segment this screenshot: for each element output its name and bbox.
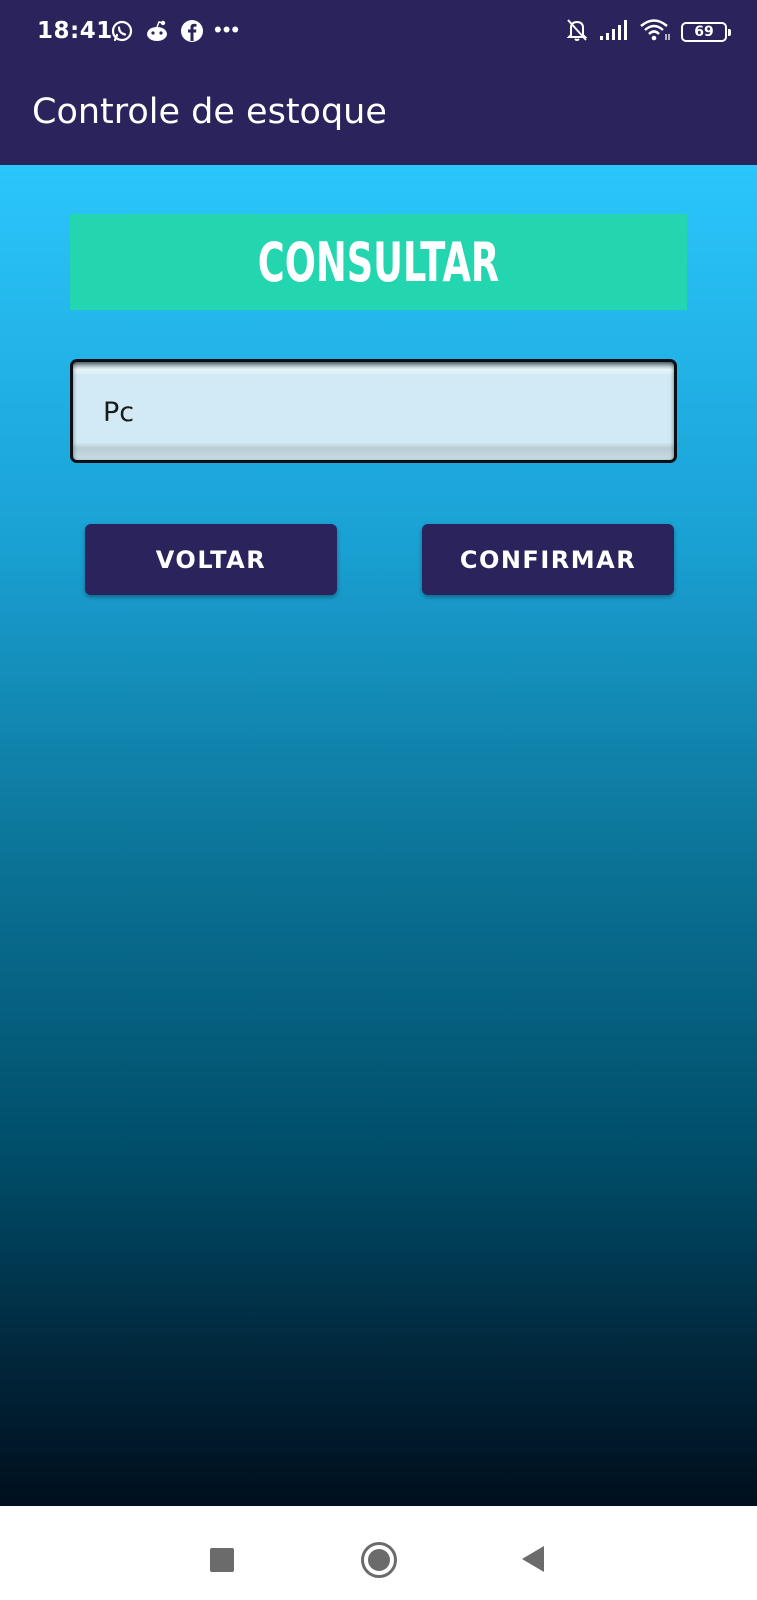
home-icon[interactable] (361, 1542, 397, 1578)
battery-icon: 69 (681, 22, 731, 42)
whatsapp-icon (110, 19, 134, 48)
recents-icon[interactable] (210, 1548, 234, 1572)
query-field[interactable] (70, 359, 677, 463)
facebook-icon (180, 19, 204, 48)
battery-level: 69 (694, 24, 714, 40)
system-icons: 69 (565, 17, 731, 48)
back-icon[interactable] (522, 1546, 544, 1572)
bell-off-icon (565, 17, 589, 48)
app-title: Controle de estoque (32, 92, 387, 132)
status-time: 18:41 (37, 18, 113, 44)
query-input[interactable] (103, 390, 663, 434)
more-dots-icon: ••• (214, 17, 241, 42)
status-bar: 18:41 ••• 69 (0, 0, 757, 66)
app-bar: Controle de estoque (0, 66, 757, 165)
reddit-icon (144, 19, 170, 48)
notification-icons: ••• (110, 17, 241, 48)
main-content: CONSULTAR VOLTAR CONFIRMAR (0, 165, 757, 1506)
signal-icon (599, 19, 629, 46)
page-header-banner: CONSULTAR (70, 214, 687, 310)
back-button[interactable]: VOLTAR (85, 524, 337, 595)
page-title: CONSULTAR (257, 230, 500, 294)
confirm-button[interactable]: CONFIRMAR (422, 524, 674, 595)
wifi-icon (639, 18, 671, 47)
